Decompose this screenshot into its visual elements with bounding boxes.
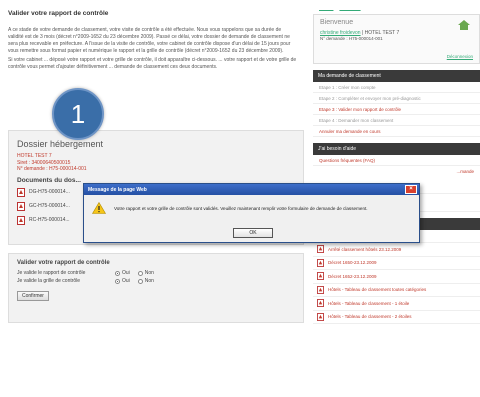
step-number-badge: 1: [52, 88, 104, 140]
reference-label: Arrêté classement hôtels 23.12.2009: [328, 246, 402, 252]
document-name: DG-H75-000014...: [29, 189, 70, 195]
step-link[interactable]: Etape 2 : Compléter et envoyer mon pré-d…: [313, 93, 480, 104]
reference-link[interactable]: Décret 1652-23.12.2009: [313, 270, 480, 284]
welcome-title: Bienvenue: [320, 19, 354, 26]
reference-label: Hôtels - Tableau de classement - 1 étoil…: [328, 300, 410, 306]
validation-form: Valider votre rapport de contrôle Je val…: [8, 253, 304, 323]
reference-link[interactable]: Hôtels - Tableau de classement - 2 étoil…: [313, 311, 480, 324]
close-icon[interactable]: ×: [405, 185, 417, 194]
info-paragraph: Si votre cabinet ... déposé votre rappor…: [8, 57, 297, 70]
report-non-radio[interactable]: [137, 270, 143, 276]
house-icon: [458, 20, 470, 30]
validate-grid-row: Je valide la grille de contrôle Oui Non: [17, 277, 295, 285]
reference-label: Décret 1652-23.12.2009: [328, 273, 377, 279]
faq-link[interactable]: Questions fréquentes (FAQ): [313, 155, 480, 166]
dossier-demande: N° demande : H75-000014-001: [17, 166, 87, 172]
pdf-icon: [317, 272, 324, 281]
oui-label: Oui: [122, 278, 130, 284]
grid-oui-radio[interactable]: [115, 278, 120, 284]
validate-report-row: Je valide le rapport de contrôle Oui Non: [17, 269, 295, 277]
report-oui-radio[interactable]: [115, 270, 120, 276]
pdf-icon: [317, 312, 324, 321]
non-label: Non: [144, 278, 154, 284]
reference-label: Hôtels - Tableau de classement - 2 étoil…: [328, 314, 412, 320]
validate-report-label: Je valide le rapport de contrôle: [17, 270, 86, 276]
form-title: Valider votre rapport de contrôle: [17, 260, 110, 266]
reference-link[interactable]: Arrêté classement hôtels 23.12.2009: [313, 243, 480, 257]
intro-paragraph: A ce stade de votre demande de classemen…: [8, 27, 291, 54]
pdf-icon: [317, 258, 324, 267]
reference-link[interactable]: Hôtels - Tableau de classement - 1 étoil…: [313, 297, 480, 311]
section-header-demande: Ma demande de classement: [313, 70, 480, 82]
reference-label: Décret 1650-23.12.2009: [328, 260, 377, 266]
pdf-icon: [17, 215, 25, 225]
document-name: GC-H75-000014...: [29, 203, 70, 209]
ok-button[interactable]: OK: [233, 228, 273, 238]
top-link[interactable]: [319, 5, 333, 10]
pdf-icon: [317, 299, 324, 308]
non-label: Non: [144, 270, 154, 276]
pdf-icon: [17, 187, 25, 197]
dossier-title: Dossier hébergement: [17, 139, 104, 149]
reference-label: Hôtels - Tableau de classement toutes ca…: [328, 287, 427, 293]
step-link[interactable]: Etape 4 : Demander mon classement: [313, 115, 480, 126]
demande-number: N° demande : H75-000014-001: [320, 36, 383, 41]
pdf-icon: [317, 285, 324, 294]
alert-dialog: Message de la page Web × Votre rapport e…: [83, 183, 420, 243]
pdf-icon: [17, 201, 25, 211]
pdf-icon: [317, 245, 324, 254]
top-links: [313, 0, 480, 14]
oui-label: Oui: [122, 270, 130, 276]
section-header-aide: J'ai besoin d'aide: [313, 143, 480, 155]
cancel-demande-link[interactable]: Annuler ma demande en cours: [313, 126, 480, 137]
document-name: RC-H75-000014...: [29, 217, 70, 223]
logout-link[interactable]: Déconnexion: [447, 54, 473, 59]
grid-non-radio[interactable]: [137, 278, 143, 284]
dialog-titlebar[interactable]: Message de la page Web ×: [84, 184, 419, 195]
step-link[interactable]: Etape 1 : Créer mon compte: [313, 82, 480, 93]
reference-link[interactable]: Décret 1650-23.12.2009: [313, 257, 480, 270]
top-link[interactable]: [339, 5, 360, 10]
reference-link[interactable]: Hôtels - Tableau de classement toutes ca…: [313, 284, 480, 297]
dialog-message: Votre rapport et votre grille de contrôl…: [114, 205, 368, 211]
dialog-body: Votre rapport et votre grille de contrôl…: [84, 195, 419, 218]
dialog-title: Message de la page Web: [88, 186, 147, 193]
step-link-active[interactable]: Etape 3 : Valider mon rapport de contrôl…: [313, 104, 480, 115]
validate-grid-label: Je valide la grille de contrôle: [17, 278, 81, 284]
welcome-box: Bienvenue christine froidevon | HOTEL TE…: [313, 14, 480, 64]
warning-icon: [92, 202, 106, 214]
confirm-button[interactable]: Confirmer: [17, 291, 49, 301]
page-title: Valider votre rapport de contrôle: [8, 10, 109, 17]
